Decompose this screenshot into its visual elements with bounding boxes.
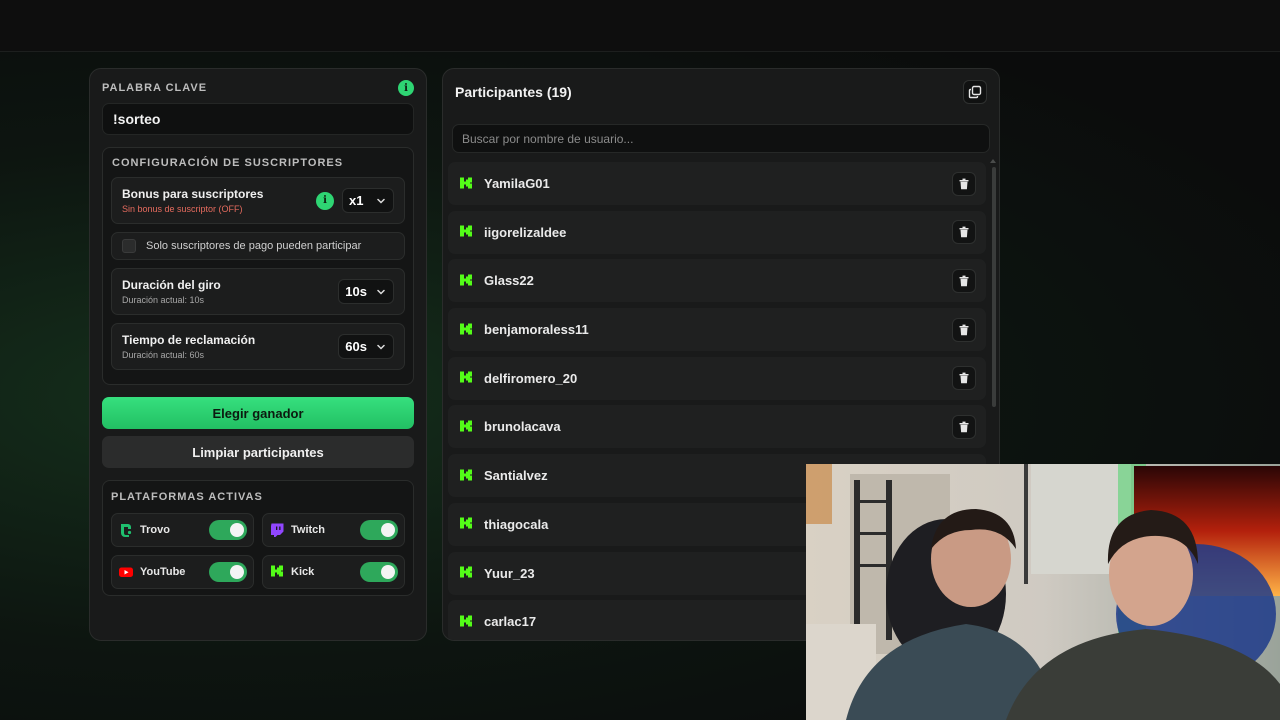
spin-duration-select[interactable]: 10s: [338, 279, 394, 304]
platform-youtube: YouTube: [111, 555, 254, 589]
spin-duration-subtitle: Duración actual: 10s: [122, 295, 205, 305]
kick-icon: [460, 323, 472, 335]
chevron-down-icon: [377, 344, 385, 350]
participant-name: YamilaG01: [484, 176, 550, 191]
paid-only-checkbox[interactable]: [122, 239, 136, 253]
kick-icon: [460, 274, 472, 286]
participant-row: Glass22: [448, 259, 986, 303]
bonus-title: Bonus para suscriptores: [122, 187, 264, 201]
spin-duration-title: Duración del giro: [122, 278, 221, 292]
bonus-setting: Bonus para suscriptores Sin bonus de sus…: [111, 177, 405, 224]
bonus-select[interactable]: x1: [342, 188, 394, 213]
claim-time-value: 60s: [345, 339, 367, 354]
participant-name: carlac17: [484, 614, 537, 630]
delete-participant-button[interactable]: [952, 268, 976, 293]
participant-name: delfiromero_20: [484, 370, 578, 386]
platform-label: Twitch: [291, 524, 326, 536]
participant-row: benjamoraless11: [448, 308, 986, 352]
kick-icon: [460, 420, 472, 432]
platform-label: Trovo: [140, 524, 170, 536]
trovo-icon: [121, 524, 132, 537]
copy-button[interactable]: [963, 80, 987, 104]
kick-icon: [460, 177, 472, 188]
participant-name: Glass22: [484, 273, 534, 289]
participant-name: Santialvez: [484, 468, 548, 484]
trash-icon: [959, 178, 969, 189]
participant-name: brunolacava: [484, 419, 561, 435]
chevron-down-icon: [377, 289, 385, 295]
clear-participants-button[interactable]: Limpiar participantes: [102, 436, 414, 468]
info-icon[interactable]: i: [398, 80, 414, 96]
platform-label: Kick: [291, 566, 315, 578]
keyword-title: PALABRA CLAVE: [102, 82, 208, 94]
participants-header: Participantes (19): [443, 69, 999, 115]
top-bar: [0, 0, 1280, 52]
claim-time-subtitle: Duración actual: 60s: [122, 350, 205, 360]
claim-time-setting: Tiempo de reclamación Duración actual: 6…: [111, 323, 405, 370]
keyword-input[interactable]: !sorteo: [102, 103, 414, 135]
participant-list-scrollbar[interactable]: [992, 167, 996, 407]
delete-participant-button[interactable]: [952, 317, 976, 342]
keyword-header: PALABRA CLAVE i: [102, 80, 414, 96]
spin-duration-value: 10s: [345, 284, 367, 299]
participant-row: iigorelizaldee: [448, 210, 986, 254]
pick-winner-button[interactable]: Elegir ganador: [102, 397, 414, 429]
platforms-title: PLATAFORMAS ACTIVAS: [111, 491, 263, 503]
paid-only-row[interactable]: Solo suscriptores de pago pueden partici…: [111, 232, 405, 260]
participant-row: brunolacava: [448, 405, 986, 449]
claim-time-select[interactable]: 60s: [338, 334, 394, 359]
participant-search-input[interactable]: Buscar por nombre de usuario...: [452, 124, 990, 153]
kick-icon: [460, 517, 472, 529]
participants-title: Participantes (19): [455, 84, 572, 100]
participant-name: benjamoraless11: [484, 322, 589, 338]
settings-panel: PALABRA CLAVE i !sorteo CONFIGURACIÓN DE…: [89, 68, 427, 641]
trash-icon: [959, 275, 969, 287]
participant-name: iigorelizaldee: [484, 224, 567, 240]
participant-name: thiagocala: [484, 516, 549, 532]
platform-label: YouTube: [140, 566, 186, 578]
platforms-section: PLATAFORMAS ACTIVAS Trovo Twitch YouTube…: [102, 480, 414, 596]
trash-icon: [959, 372, 969, 384]
trash-icon: [959, 421, 969, 433]
platform-trovo: Trovo: [111, 513, 254, 547]
webcam-image: [806, 464, 1280, 720]
participant-row: delfiromero_20: [448, 356, 986, 400]
trovo-toggle[interactable]: [209, 520, 247, 540]
delete-participant-button[interactable]: [952, 220, 976, 245]
twitch-icon: [271, 523, 284, 537]
info-icon[interactable]: i: [316, 191, 334, 210]
trash-icon: [959, 324, 969, 335]
twitch-toggle[interactable]: [360, 520, 398, 540]
kick-icon: [460, 615, 472, 627]
participant-name: Yuur_23: [484, 565, 535, 581]
kick-toggle[interactable]: [360, 562, 398, 582]
subscriber-config-section: CONFIGURACIÓN DE SUSCRIPTORES Bonus para…: [102, 147, 414, 385]
scroll-up-arrow[interactable]: [990, 159, 996, 163]
delete-participant-button[interactable]: [952, 171, 976, 196]
bonus-select-value: x1: [349, 193, 364, 208]
kick-icon: [271, 565, 283, 577]
platform-kick: Kick: [262, 555, 405, 589]
delete-participant-button[interactable]: [952, 366, 976, 391]
platform-twitch: Twitch: [262, 513, 405, 547]
participant-row: YamilaG01: [448, 162, 986, 205]
copy-icon: [968, 85, 982, 99]
kick-icon: [460, 566, 472, 578]
youtube-toggle[interactable]: [209, 562, 247, 582]
webcam-overlay: [806, 464, 1280, 720]
claim-time-title: Tiempo de reclamación: [122, 333, 256, 347]
kick-icon: [460, 371, 472, 383]
chevron-down-icon: [377, 198, 385, 204]
delete-participant-button[interactable]: [952, 414, 976, 439]
kick-icon: [460, 469, 472, 481]
kick-icon: [460, 225, 472, 237]
paid-only-label: Solo suscriptores de pago pueden partici…: [146, 240, 362, 252]
spin-duration-setting: Duración del giro Duración actual: 10s 1…: [111, 268, 405, 315]
subscriber-config-title: CONFIGURACIÓN DE SUSCRIPTORES: [112, 157, 344, 169]
bonus-subtitle: Sin bonus de suscriptor (OFF): [122, 204, 243, 214]
youtube-icon: [119, 567, 133, 577]
trash-icon: [959, 226, 969, 238]
